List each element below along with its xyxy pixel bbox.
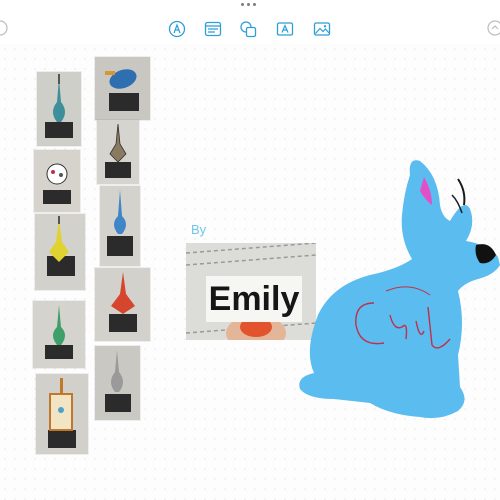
guitar-card-7[interactable] [97,120,139,184]
text-block-icon[interactable] [204,20,222,38]
media-icon[interactable] [313,20,331,38]
pen-tool-icon[interactable] [168,20,186,38]
guitar-card-9[interactable] [95,268,150,341]
rabbit-drawing[interactable] [290,155,500,427]
guitar-card-6[interactable] [95,57,150,120]
more-options-handle[interactable] [241,3,256,6]
top-toolbar [0,0,500,44]
guitar-card-2[interactable] [34,150,80,212]
guitar-card-3[interactable] [35,214,85,290]
guitar-card-5[interactable] [36,374,88,454]
guitar-card-1[interactable] [37,72,81,146]
redo-icon[interactable] [487,20,500,36]
name-label: Emily [206,276,302,322]
guitar-card-8[interactable] [100,186,140,266]
byline-text: By [191,222,207,237]
text-box-icon[interactable] [276,20,294,38]
guitar-card-10[interactable] [95,346,140,420]
guitar-card-4[interactable] [33,301,85,368]
shapes-icon[interactable] [239,20,257,38]
undo-icon[interactable] [0,20,8,36]
